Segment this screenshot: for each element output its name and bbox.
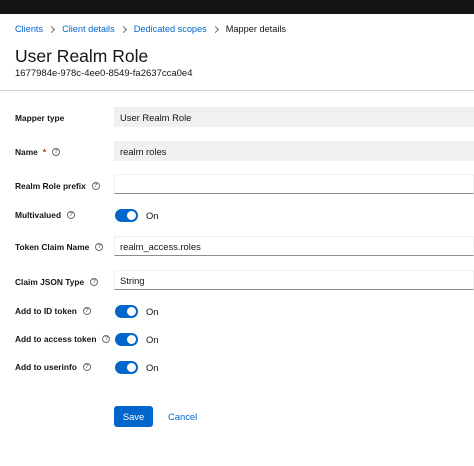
help-icon[interactable]: ? bbox=[67, 211, 76, 219]
add-to-id-token-toggle[interactable] bbox=[115, 305, 138, 318]
multivalued-switch[interactable]: On bbox=[115, 209, 159, 222]
chevron-right-icon bbox=[119, 25, 127, 33]
breadcrumb-client-details[interactable]: Client details bbox=[62, 24, 115, 34]
add-to-userinfo-toggle[interactable] bbox=[115, 361, 138, 374]
breadcrumb: Clients Client details Dedicated scopes … bbox=[15, 24, 286, 34]
chevron-right-icon bbox=[48, 25, 56, 33]
add-to-access-token-state: On bbox=[146, 334, 159, 345]
add-to-userinfo-label: Add to userinfo ? bbox=[15, 362, 91, 372]
breadcrumb-clients[interactable]: Clients bbox=[15, 24, 43, 34]
claim-json-type-label-text: Claim JSON Type bbox=[15, 277, 85, 287]
token-claim-name-label: Token Claim Name ? bbox=[15, 242, 104, 252]
add-to-userinfo-label-text: Add to userinfo bbox=[15, 362, 77, 372]
name-label: Name * ? bbox=[15, 147, 61, 157]
mapper-form: Mapper type User Realm Role Name * ? rea… bbox=[0, 92, 474, 466]
token-claim-name-input[interactable]: realm_access.roles bbox=[114, 236, 474, 256]
page-header: Clients Client details Dedicated scopes … bbox=[0, 14, 474, 91]
toggle-knob bbox=[127, 335, 136, 344]
mapper-type-value: User Realm Role bbox=[120, 111, 192, 123]
chevron-right-icon bbox=[211, 25, 219, 33]
save-button[interactable]: Save bbox=[114, 406, 153, 427]
add-to-access-token-label: Add to access token ? bbox=[15, 334, 111, 344]
add-to-userinfo-state: On bbox=[146, 362, 159, 373]
add-to-id-token-state: On bbox=[146, 306, 159, 317]
cancel-button[interactable]: Cancel bbox=[168, 406, 197, 427]
add-to-access-token-label-text: Add to access token bbox=[15, 334, 97, 344]
masthead-bar bbox=[0, 0, 474, 14]
name-input[interactable]: realm roles bbox=[114, 141, 474, 161]
token-claim-name-label-text: Token Claim Name bbox=[15, 242, 90, 252]
page-title: User Realm Role bbox=[15, 46, 149, 66]
breadcrumb-dedicated-scopes[interactable]: Dedicated scopes bbox=[134, 24, 207, 34]
realm-role-prefix-label: Realm Role prefix ? bbox=[15, 181, 100, 191]
help-icon[interactable]: ? bbox=[91, 182, 100, 190]
realm-role-prefix-label-text: Realm Role prefix bbox=[15, 181, 86, 191]
claim-json-type-select[interactable]: String bbox=[114, 270, 474, 290]
multivalued-state: On bbox=[146, 210, 159, 221]
add-to-access-token-switch[interactable]: On bbox=[115, 333, 159, 346]
help-icon[interactable]: ? bbox=[102, 335, 111, 343]
add-to-access-token-toggle[interactable] bbox=[115, 333, 138, 346]
mapper-type-label-text: Mapper type bbox=[15, 113, 65, 123]
add-to-id-token-switch[interactable]: On bbox=[115, 305, 159, 318]
help-icon[interactable]: ? bbox=[52, 148, 61, 156]
mapper-type-field: User Realm Role bbox=[114, 107, 474, 127]
multivalued-label: Multivalued ? bbox=[15, 210, 76, 220]
mapper-type-label: Mapper type bbox=[15, 113, 64, 123]
token-claim-name-value: realm_access.roles bbox=[120, 240, 201, 252]
required-indicator: * bbox=[42, 147, 47, 157]
add-to-userinfo-switch[interactable]: On bbox=[115, 361, 159, 374]
toggle-knob bbox=[127, 307, 136, 316]
breadcrumb-mapper-details: Mapper details bbox=[225, 24, 287, 34]
help-icon[interactable]: ? bbox=[82, 307, 91, 315]
name-value: realm roles bbox=[120, 145, 167, 157]
mapper-id: 1677984e-978c-4ee0-8549-fa2637cca0e4 bbox=[15, 68, 193, 79]
help-icon[interactable]: ? bbox=[90, 278, 99, 286]
claim-json-type-label: Claim JSON Type ? bbox=[15, 277, 99, 287]
realm-role-prefix-input[interactable] bbox=[114, 174, 474, 194]
add-to-id-token-label: Add to ID token ? bbox=[15, 306, 91, 316]
help-icon[interactable]: ? bbox=[82, 363, 91, 371]
toggle-knob bbox=[127, 363, 136, 372]
add-to-id-token-label-text: Add to ID token bbox=[15, 306, 77, 316]
multivalued-label-text: Multivalued bbox=[15, 210, 62, 220]
help-icon[interactable]: ? bbox=[95, 243, 104, 251]
name-label-text: Name bbox=[15, 147, 38, 157]
multivalued-toggle[interactable] bbox=[115, 209, 138, 222]
toggle-knob bbox=[127, 211, 136, 220]
claim-json-type-value: String bbox=[120, 274, 145, 286]
